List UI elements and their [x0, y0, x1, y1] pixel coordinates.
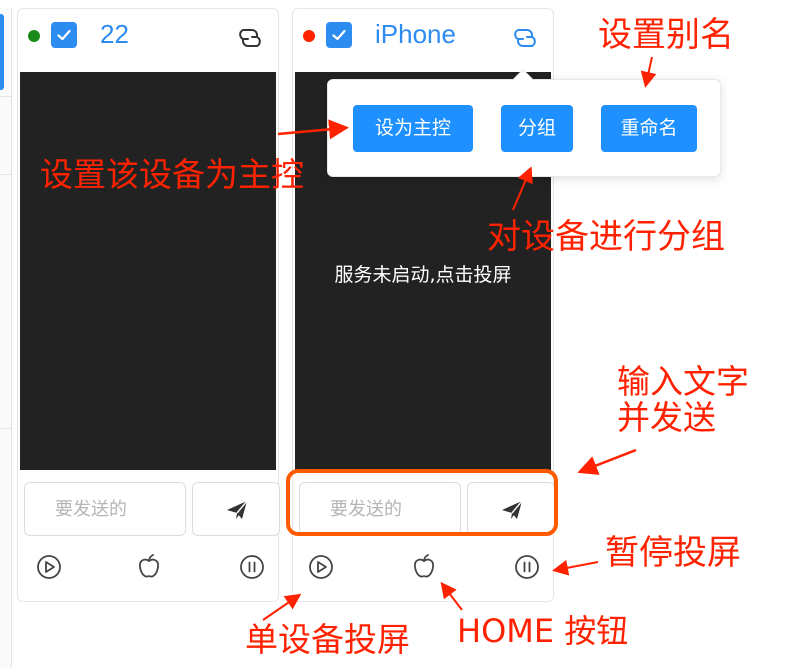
status-dot [28, 30, 40, 42]
play-icon[interactable] [306, 552, 336, 582]
send-text-row [24, 482, 280, 538]
annotation-set-alias: 设置别名 [598, 15, 734, 55]
device-card: 22 [17, 8, 280, 602]
pause-icon[interactable] [512, 552, 542, 582]
send-icon [227, 500, 248, 519]
apple-icon[interactable] [409, 552, 439, 582]
device-card-header: iPhone [293, 9, 553, 71]
control-row [18, 552, 278, 588]
control-row [293, 552, 553, 588]
device-name[interactable]: iPhone [375, 18, 456, 50]
divider [0, 428, 12, 429]
divider [0, 174, 12, 175]
multi-device-screen: 22 要发送的 iPhone 服务未启动,点击投屏 要发送的 设为主控 分组 重… [0, 0, 800, 670]
rename-button[interactable]: 重命名 [601, 105, 697, 152]
device-card-header: 22 [18, 9, 278, 71]
device-checkbox[interactable] [326, 22, 352, 48]
input-highlight-box [286, 469, 558, 536]
left-panel-edge [0, 8, 12, 668]
annotation-input-send-line1: 输入文字 [617, 362, 749, 401]
status-dot [303, 30, 315, 42]
screen-status-message[interactable]: 服务未启动,点击投屏 [295, 260, 551, 287]
device-options-popover: 设为主控 分组 重命名 [327, 69, 721, 177]
active-indicator [0, 14, 4, 90]
send-text-input[interactable] [24, 482, 186, 536]
annotation-single-cast: 单设备投屏 [245, 620, 410, 659]
checkmark-icon [57, 29, 71, 41]
device-name[interactable]: 22 [100, 18, 129, 50]
annotation-pause-cast: 暂停投屏 [605, 533, 741, 573]
annotation-set-master: 设置该设备为主控 [40, 155, 304, 194]
set-master-button[interactable]: 设为主控 [353, 105, 473, 152]
checkmark-icon [332, 29, 346, 41]
divider [0, 96, 12, 97]
link-icon[interactable] [236, 25, 264, 51]
device-screen[interactable] [20, 72, 276, 470]
link-icon[interactable] [511, 25, 539, 51]
device-checkbox[interactable] [51, 22, 77, 48]
send-button[interactable] [192, 482, 280, 536]
group-button[interactable]: 分组 [501, 105, 573, 152]
annotation-input-send-line2: 并发送 [617, 398, 716, 437]
annotation-home-button: HOME 按钮 [457, 612, 629, 650]
pause-icon[interactable] [237, 552, 267, 582]
apple-icon[interactable] [134, 552, 164, 582]
annotation-group-device: 对设备进行分组 [487, 217, 725, 257]
play-icon[interactable] [34, 552, 64, 582]
